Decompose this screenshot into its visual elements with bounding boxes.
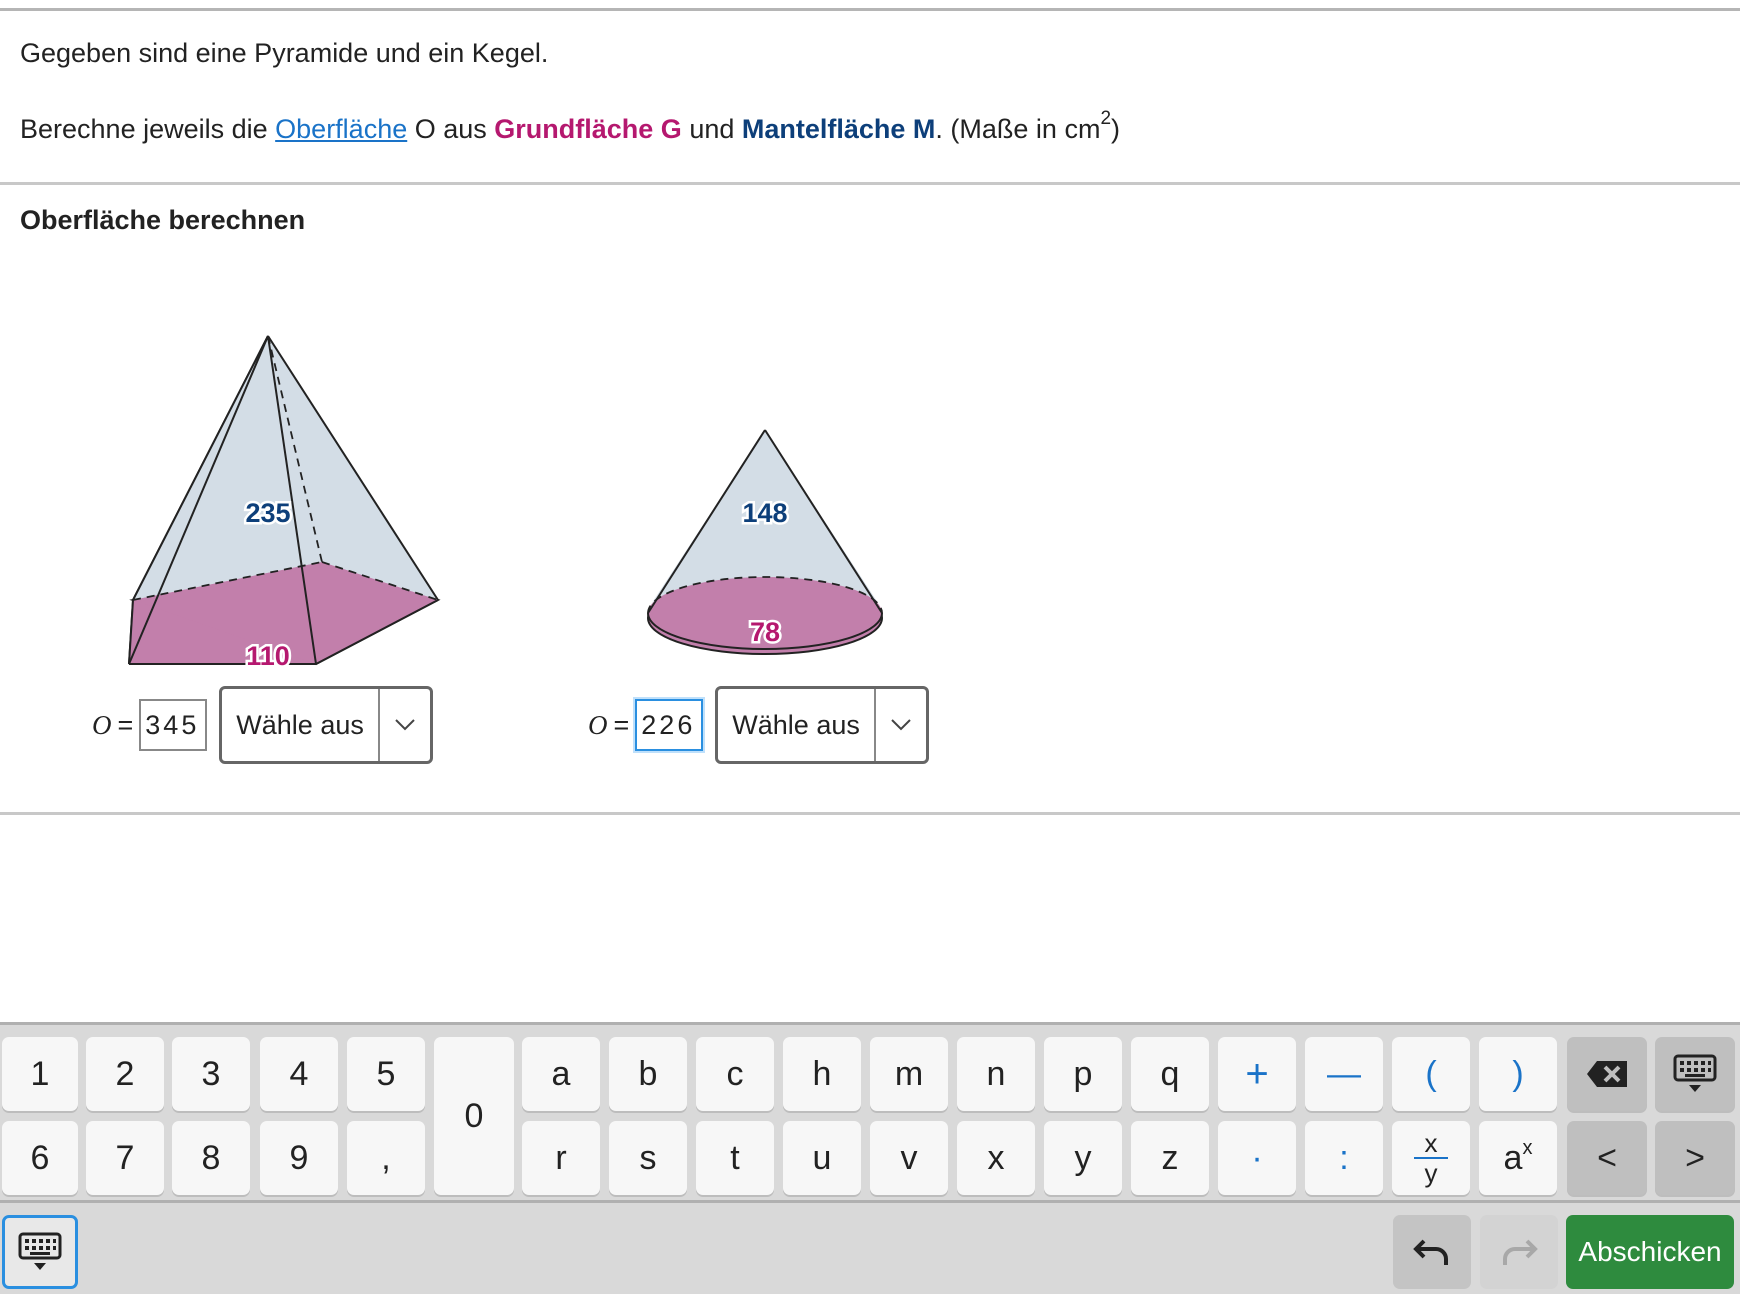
select-label: Wähle aus xyxy=(236,709,364,740)
key-h[interactable]: h xyxy=(783,1037,861,1111)
grundflaeche-label: Grundfläche G xyxy=(494,114,682,144)
section-title: Oberfläche berechnen xyxy=(20,205,306,235)
key-n[interactable]: n xyxy=(957,1037,1035,1111)
unit-superscript: 2 xyxy=(1100,108,1112,129)
cursor-right-key[interactable]: > xyxy=(1655,1121,1735,1195)
select-label: Wähle aus xyxy=(732,709,860,740)
task-text: Berechne jeweils die Oberfläche O aus Gr… xyxy=(20,108,1121,145)
key-9[interactable]: 9 xyxy=(260,1121,338,1195)
key-4[interactable]: 4 xyxy=(260,1037,338,1111)
key-5[interactable]: 5 xyxy=(347,1037,425,1111)
task-prefix: Berechne jeweils die xyxy=(20,114,276,144)
key-multiply[interactable]: · xyxy=(1218,1121,1296,1195)
chevron-down-icon[interactable] xyxy=(874,689,926,761)
key-c[interactable]: c xyxy=(696,1037,774,1111)
keyboard-hide-key[interactable] xyxy=(1655,1037,1735,1111)
submit-button[interactable]: Abschicken xyxy=(1566,1215,1734,1289)
key-minus[interactable]: — xyxy=(1305,1037,1383,1111)
task-mid2: und xyxy=(681,114,742,144)
o-label: O = xyxy=(588,709,630,740)
cone-mantel-value: 148 xyxy=(742,498,787,528)
key-plus[interactable]: + xyxy=(1218,1037,1296,1111)
key-u[interactable]: u xyxy=(783,1121,861,1195)
key-6[interactable]: 6 xyxy=(2,1121,78,1195)
key-z[interactable]: z xyxy=(1131,1121,1209,1195)
key-close-paren[interactable]: ) xyxy=(1479,1037,1557,1111)
key-s[interactable]: s xyxy=(609,1121,687,1195)
pyramid-surface-input[interactable] xyxy=(139,699,208,751)
oberflaeche-link[interactable]: Oberfläche xyxy=(275,114,407,144)
cursor-left-key[interactable]: < xyxy=(1567,1121,1647,1195)
backspace-key[interactable] xyxy=(1567,1037,1647,1111)
key-7[interactable]: 7 xyxy=(86,1121,164,1195)
figures-svg: 235 110 148 78 xyxy=(128,335,883,674)
redo-icon xyxy=(1503,1239,1538,1265)
keyboard-icon xyxy=(18,1232,62,1270)
key-q[interactable]: q xyxy=(1131,1037,1209,1111)
key-3[interactable]: 3 xyxy=(172,1037,250,1111)
redo-button[interactable] xyxy=(1480,1215,1558,1289)
key-1[interactable]: 1 xyxy=(2,1037,78,1111)
answer-row-pyramid: O= Wähle aus xyxy=(92,686,434,764)
key-2[interactable]: 2 xyxy=(86,1037,164,1111)
key-b[interactable]: b xyxy=(609,1037,687,1111)
cone-surface-input[interactable] xyxy=(635,699,704,751)
key-y[interactable]: y xyxy=(1044,1121,1122,1195)
key-p[interactable]: p xyxy=(1044,1037,1122,1111)
backspace-icon xyxy=(1587,1061,1627,1087)
top-divider xyxy=(0,8,1740,11)
key-power[interactable]: ax xyxy=(1479,1121,1557,1195)
key-comma[interactable]: , xyxy=(347,1121,425,1195)
o-label: O = xyxy=(92,709,134,740)
undo-button[interactable] xyxy=(1393,1215,1471,1289)
key-open-paren[interactable]: ( xyxy=(1392,1037,1470,1111)
keyboard-bottom-bar: Abschicken xyxy=(0,1200,1740,1294)
pyramid-grund-value: 110 xyxy=(246,641,290,671)
key-t[interactable]: t xyxy=(696,1121,774,1195)
task-mid1: O aus xyxy=(407,114,495,144)
keyboard-icon xyxy=(1673,1054,1717,1092)
key-v[interactable]: v xyxy=(870,1121,948,1195)
key-8[interactable]: 8 xyxy=(172,1121,250,1195)
key-a[interactable]: a xyxy=(522,1037,600,1111)
chevron-down-icon[interactable] xyxy=(378,689,430,761)
mantelflaeche-label: Mantelfläche M xyxy=(741,114,936,144)
key-divide[interactable]: : xyxy=(1305,1121,1383,1195)
keyboard-toggle-button[interactable] xyxy=(2,1215,78,1289)
pyramid-mantel-value: 235 xyxy=(245,498,290,528)
unit-select-cone[interactable]: Wähle aus xyxy=(715,686,930,764)
key-x[interactable]: x xyxy=(957,1121,1035,1195)
cone-grund-value: 78 xyxy=(750,617,780,647)
content-divider xyxy=(0,812,1740,815)
key-0[interactable]: 0 xyxy=(434,1037,514,1195)
section-divider xyxy=(0,182,1740,185)
task-close: ) xyxy=(1111,114,1121,144)
figures: 235 110 148 78 xyxy=(0,300,1000,690)
intro-text: Gegeben sind eine Pyramide und ein Kegel… xyxy=(20,38,549,68)
fraction-icon: xy xyxy=(1414,1130,1448,1186)
key-fraction[interactable]: xy xyxy=(1392,1121,1470,1195)
undo-icon xyxy=(1413,1239,1448,1265)
key-m[interactable]: m xyxy=(870,1037,948,1111)
task-suffix: . (Maße in cm xyxy=(935,114,1101,144)
key-r[interactable]: r xyxy=(522,1121,600,1195)
unit-select-pyramid[interactable]: Wähle aus xyxy=(219,686,434,764)
answer-row-cone: O= Wähle aus xyxy=(588,686,930,764)
